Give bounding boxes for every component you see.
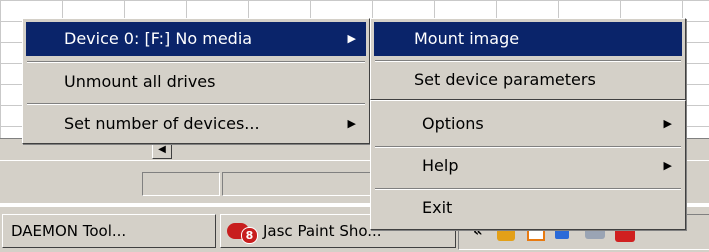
notification-badge: 8: [241, 227, 258, 244]
menu-item-exit[interactable]: Exit: [374, 191, 682, 225]
taskbar-button-label: Jasc Paint Sho...: [263, 222, 382, 240]
menu-item-unmount-all[interactable]: Unmount all drives: [26, 65, 366, 99]
menu-item-set-device-parameters[interactable]: Set device parameters: [374, 63, 682, 97]
taskbar-button-label: DAEMON Tool...: [11, 222, 127, 240]
menu-item-set-number-of-devices[interactable]: Set number of devices... ▶: [26, 107, 366, 141]
menu-separator: [375, 188, 681, 190]
submenu-device: Mount image Set device parameters: [370, 18, 686, 100]
menu-separator: [375, 60, 681, 62]
status-field: [142, 172, 220, 196]
status-field: [222, 172, 394, 196]
context-menu-main: Device 0: [F:] No media ▶ Unmount all dr…: [22, 18, 370, 144]
submenu-arrow-icon: ▶: [347, 32, 356, 45]
menu-separator: [27, 61, 365, 63]
submenu-arrow-icon: ▶: [347, 117, 356, 130]
menu-item-options[interactable]: Options ▶: [374, 107, 682, 141]
taskbar-button-daemon-tools[interactable]: DAEMON Tool...: [2, 214, 216, 248]
menu-item-device-0[interactable]: Device 0: [F:] No media ▶: [26, 22, 366, 56]
menu-item-help[interactable]: Help ▶: [374, 149, 682, 183]
submenu-arrow-icon: ▶: [663, 117, 672, 130]
submenu-arrow-icon: ▶: [663, 159, 672, 172]
menu-item-mount-image[interactable]: Mount image: [374, 22, 682, 56]
tray-context-menu: Options ▶ Help ▶ Exit: [370, 100, 686, 230]
menu-separator: [375, 146, 681, 148]
menu-separator: [27, 103, 365, 105]
